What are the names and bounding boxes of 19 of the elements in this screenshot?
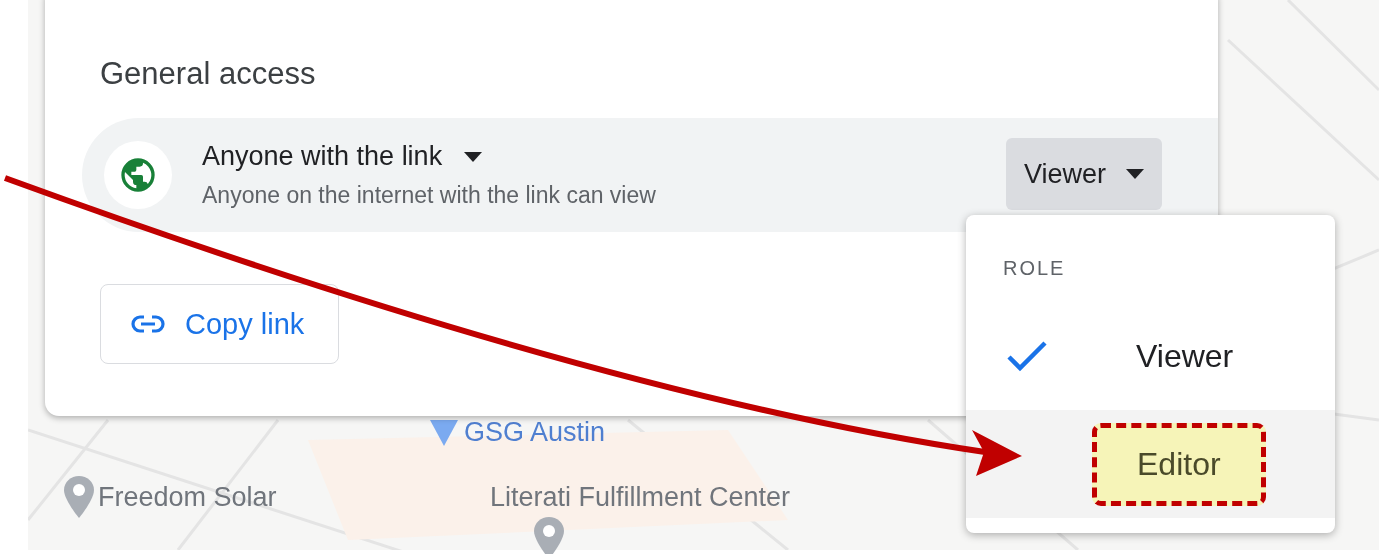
link-icon <box>131 315 165 333</box>
copy-link-button[interactable]: Copy link <box>100 284 340 364</box>
map-pin-icon <box>64 476 94 518</box>
caret-icon <box>1126 169 1144 179</box>
access-description: Anyone on the internet with the link can view <box>202 182 657 209</box>
highlighted-label: Editor <box>1092 422 1266 506</box>
role-dropdown[interactable]: Viewer <box>1005 138 1162 210</box>
menu-item-label: Viewer <box>1136 337 1234 375</box>
access-dropdown[interactable]: Anyone with the link <box>202 141 483 172</box>
map-place-label: Literati Fulfillment Center <box>490 482 791 513</box>
map-place-label: GSG Austin <box>464 416 606 448</box>
menu-item[interactable]: Viewer <box>966 302 1335 410</box>
check-icon <box>1006 340 1048 372</box>
section-title: General access <box>100 56 317 92</box>
menu-item[interactable]: Editor <box>966 410 1335 518</box>
caret-icon <box>464 151 483 162</box>
menu-heading: ROLE <box>1003 257 1066 280</box>
globe-icon <box>118 155 158 195</box>
map-place-label: Freedom Solar <box>98 481 277 513</box>
